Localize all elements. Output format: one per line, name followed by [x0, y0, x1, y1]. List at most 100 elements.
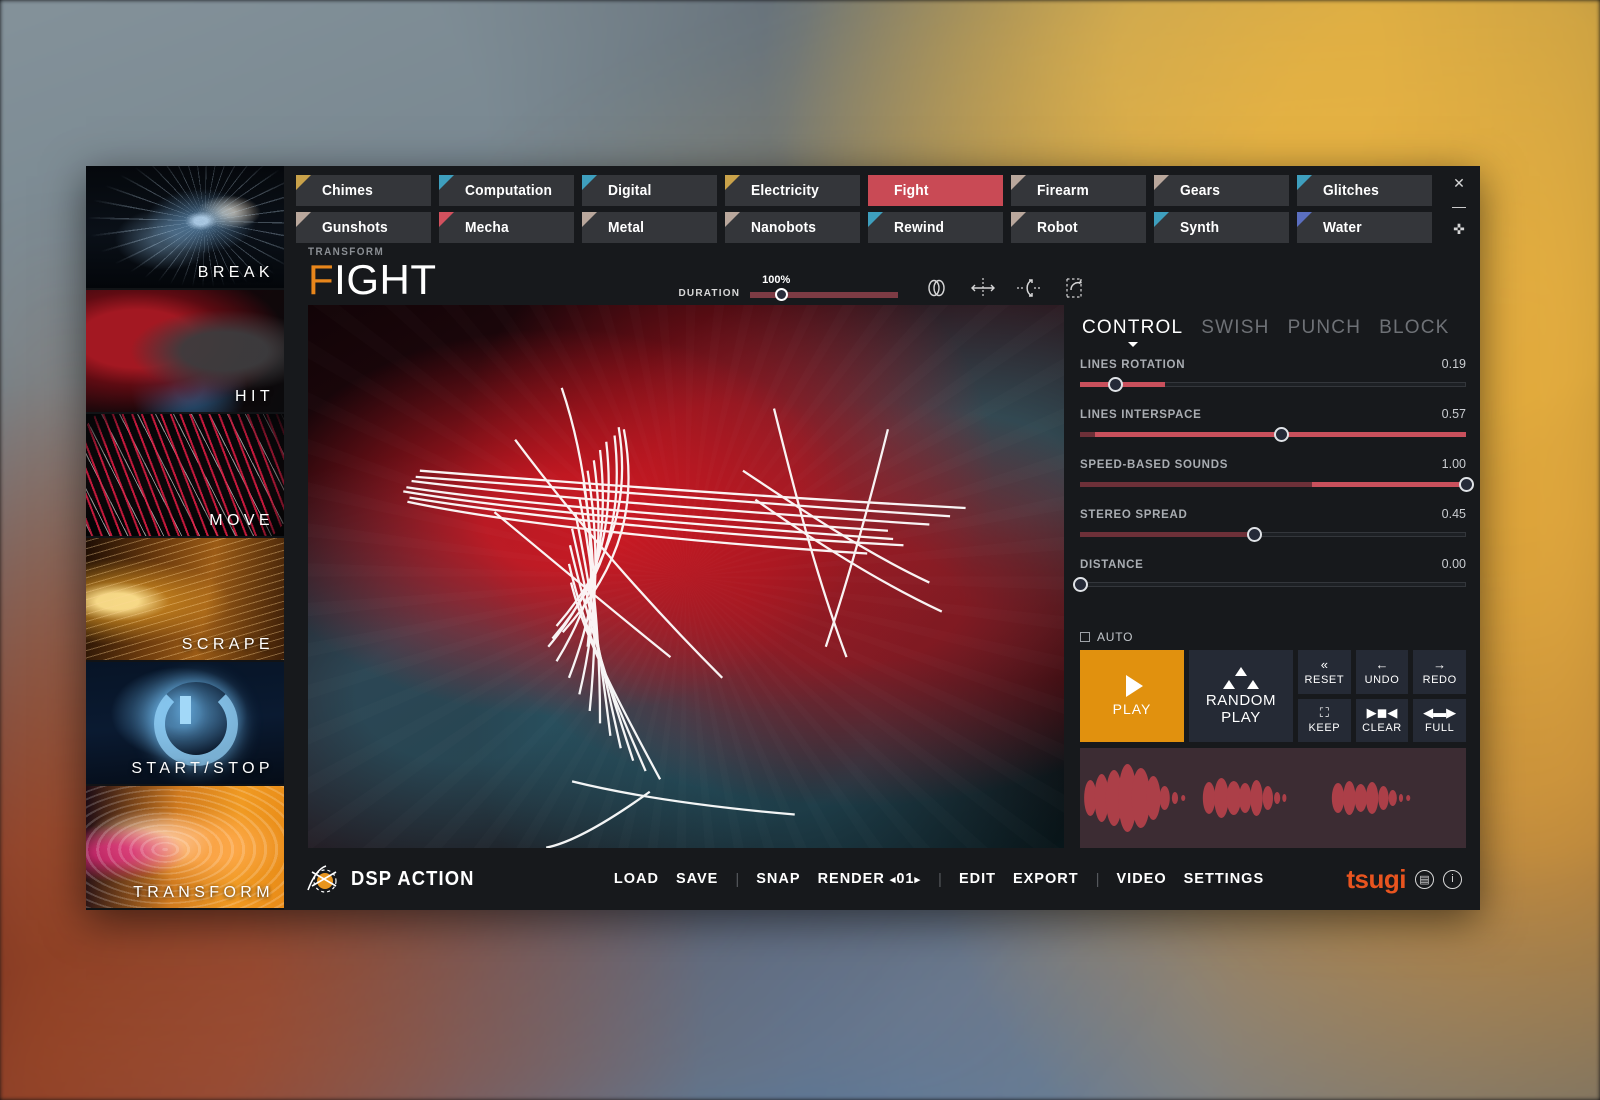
sidebar-item-start-stop[interactable]: START/STOP: [86, 662, 284, 786]
category-tab-robot[interactable]: Robot: [1011, 212, 1146, 243]
slider-row: LINES INTERSPACE 0.57: [1080, 407, 1466, 442]
menu-item-load[interactable]: LOAD: [614, 871, 659, 887]
sidebar-item-move[interactable]: MOVE: [86, 414, 284, 538]
pin-icon[interactable]: ✜: [1453, 222, 1465, 236]
slider-value: 0.19: [1441, 357, 1466, 371]
info-icon[interactable]: i: [1443, 869, 1462, 889]
category-tab-chimes[interactable]: Chimes: [296, 175, 431, 206]
auto-checkbox-box[interactable]: [1080, 632, 1090, 642]
slider-value: 0.57: [1441, 407, 1466, 421]
category-tab-synth[interactable]: Synth: [1154, 212, 1289, 243]
category-color-swatch: [296, 175, 311, 190]
waveform-preview[interactable]: [1080, 748, 1466, 848]
panel-tab-block[interactable]: BLOCK: [1379, 317, 1449, 339]
category-tab-computation[interactable]: Computation: [439, 175, 574, 206]
slider-header: SPEED-BASED SOUNDS 1.00: [1080, 457, 1466, 471]
category-tab-rewind[interactable]: Rewind: [868, 212, 1003, 243]
menu-item-edit[interactable]: EDIT: [959, 871, 996, 887]
menu-item-render-label: RENDER: [817, 871, 885, 887]
panel-tab-punch[interactable]: PUNCH: [1288, 317, 1362, 339]
slider-value: 1.00: [1441, 457, 1466, 471]
minimize-icon[interactable]: —: [1452, 199, 1466, 213]
slider-track[interactable]: [1073, 577, 1466, 592]
mirror-vertical-icon[interactable]: [1016, 277, 1042, 299]
page-title: FIGHT: [308, 259, 436, 301]
panel-tab-swish[interactable]: SWISH: [1201, 317, 1269, 339]
manual-icon[interactable]: ▤: [1415, 869, 1434, 889]
menu-item-export[interactable]: EXPORT: [1013, 871, 1079, 887]
category-tab-fight[interactable]: Fight: [868, 175, 1003, 206]
category-tab-metal[interactable]: Metal: [582, 212, 717, 243]
category-tab-gunshots[interactable]: Gunshots: [296, 212, 431, 243]
panel-tab-control[interactable]: CONTROL: [1082, 317, 1183, 347]
slider-knob[interactable]: [1246, 527, 1262, 542]
duration-knob[interactable]: [775, 287, 789, 301]
category-tab-label: Gunshots: [322, 219, 388, 236]
sidebar-item-scrape[interactable]: SCRAPE: [86, 538, 284, 662]
slider-fill: [1311, 482, 1466, 487]
category-color-swatch: [1154, 212, 1169, 227]
menu-item-snap[interactable]: SNAP: [756, 871, 800, 887]
menu-separator: |: [938, 870, 942, 888]
control-panel: CONTROL SWISH PUNCH BLOCK LINES ROTATION 0.1…: [1073, 305, 1474, 848]
category-tab-electricity[interactable]: Electricity: [725, 175, 860, 206]
slider-base: [1080, 582, 1466, 587]
category-color-swatch: [725, 212, 740, 227]
canvas-strokes: [403, 387, 966, 848]
close-icon[interactable]: ✕: [1453, 176, 1465, 190]
full-icon: ◀▬▶: [1423, 705, 1457, 721]
crop-select-icon[interactable]: [1062, 277, 1088, 299]
category-tab-gears[interactable]: Gears: [1154, 175, 1289, 206]
menu-item-render[interactable]: RENDER ◂01▸: [818, 871, 921, 887]
category-tab-water[interactable]: Water: [1297, 212, 1432, 243]
sidebar-item-label: SCRAPE: [181, 636, 274, 653]
slider-knob[interactable]: [1107, 377, 1123, 392]
sidebar-item-hit[interactable]: HIT: [86, 290, 284, 414]
redo-label: REDO: [1422, 673, 1457, 686]
category-color-swatch: [439, 212, 454, 227]
category-tab-nanobots[interactable]: Nanobots: [725, 212, 860, 243]
category-color-swatch: [439, 175, 454, 190]
menu-item-video[interactable]: VIDEO: [1117, 871, 1167, 887]
mini-buttons: «RESET ← UNDO → REDO ⛶ KEEP ▶◼◀ CLEAR ◀▬▶ FULL: [1298, 650, 1466, 742]
mirror-horizontal-icon[interactable]: [970, 277, 996, 299]
category-tab-glitches[interactable]: Glitches: [1297, 175, 1432, 206]
play-button[interactable]: PLAY: [1080, 650, 1184, 742]
slider-knob[interactable]: [1273, 427, 1289, 442]
drawing-canvas[interactable]: [308, 305, 1064, 848]
sidebar-item-transform[interactable]: TRANSFORM: [86, 786, 284, 910]
category-tab-mecha[interactable]: Mecha: [439, 212, 574, 243]
slider-knob[interactable]: [1073, 577, 1088, 592]
menu-item-save[interactable]: SAVE: [676, 871, 718, 887]
page-kicker: TRANSFORM: [308, 246, 385, 258]
redo-icon: →: [1433, 656, 1447, 672]
clear-button[interactable]: ▶◼◀ CLEAR: [1355, 698, 1409, 742]
category-tab-firearm[interactable]: Firearm: [1011, 175, 1146, 206]
keep-icon: ⛶: [1319, 705, 1329, 721]
loop-icon[interactable]: [924, 277, 950, 299]
menu-item-settings[interactable]: SETTINGS: [1184, 871, 1265, 887]
category-tab-digital[interactable]: Digital: [582, 175, 717, 206]
undo-button[interactable]: ← UNDO: [1355, 650, 1409, 694]
undo-icon: ←: [1375, 656, 1389, 672]
sidebar-item-break[interactable]: BREAK: [86, 166, 284, 290]
category-color-swatch: [725, 175, 740, 190]
random-play-button[interactable]: RANDOM PLAY: [1189, 650, 1293, 742]
slider-label: SPEED-BASED SOUNDS: [1080, 459, 1229, 471]
auto-checkbox[interactable]: AUTO: [1080, 630, 1466, 644]
category-tab-label: Synth: [1180, 219, 1220, 236]
redo-button[interactable]: → REDO: [1413, 650, 1466, 694]
slider-track[interactable]: [1080, 477, 1474, 492]
slider-knob[interactable]: [1459, 477, 1474, 492]
reset-button[interactable]: «RESET: [1298, 650, 1351, 694]
application-window: BREAK HIT MOVE SCRAPE START/STOP TRANSFORM Ch…: [86, 166, 1480, 910]
slider-track[interactable]: [1080, 427, 1466, 442]
full-button[interactable]: ◀▬▶ FULL: [1413, 698, 1466, 742]
category-tab-label: Electricity: [751, 182, 819, 199]
render-next-icon[interactable]: ▸: [915, 874, 922, 886]
slider-track[interactable]: [1080, 527, 1466, 542]
app-brand-label: DSP ACTION: [351, 867, 475, 890]
slider-track[interactable]: [1080, 377, 1466, 392]
duration-slider[interactable]: 100%: [750, 274, 899, 301]
keep-button[interactable]: ⛶ KEEP: [1298, 698, 1351, 742]
